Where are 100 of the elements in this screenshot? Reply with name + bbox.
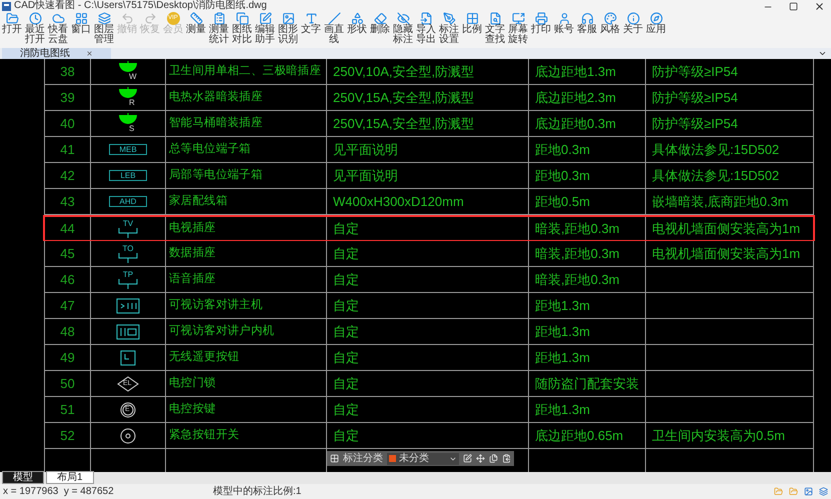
symbol-box: AHD bbox=[109, 196, 147, 207]
table-cell-text: 无线遥更按钮 bbox=[169, 350, 240, 365]
toolbar-button[interactable]: 风格 bbox=[600, 12, 620, 35]
toolbar-button[interactable]: 画直线 bbox=[324, 12, 344, 45]
layers-icon bbox=[98, 12, 110, 25]
toolbar-button[interactable]: 关于 bbox=[623, 12, 643, 35]
table-cell-text: 可视访客对讲主机 bbox=[169, 297, 263, 313]
toolbar-button[interactable]: 标注设置 bbox=[439, 12, 459, 45]
toolbar-button[interactable]: 删除 bbox=[370, 12, 390, 35]
table-cell-text: 自定 bbox=[333, 400, 359, 419]
table-cell-text: 自定 bbox=[333, 244, 359, 263]
edit-icon[interactable] bbox=[463, 454, 472, 463]
close-icon[interactable] bbox=[86, 50, 93, 57]
toolbar-button[interactable]: 编辑助手 bbox=[255, 12, 275, 45]
table-cell-text: 距地0.3m bbox=[535, 166, 590, 185]
document-tab[interactable]: 消防电图纸 bbox=[2, 48, 111, 59]
table-cell-text: 电视机墙面侧安装高为1m bbox=[652, 244, 800, 263]
headphones-icon bbox=[580, 12, 594, 25]
toolbar-button[interactable]: 文字 bbox=[301, 12, 321, 35]
symbol-box: LEB bbox=[109, 170, 147, 181]
edit-icon bbox=[258, 12, 272, 25]
toolbar-button[interactable]: 屏幕旋转 bbox=[508, 12, 528, 45]
toolbar-button[interactable]: 隐藏标注 bbox=[393, 12, 413, 45]
table-cell-text: 40 bbox=[60, 114, 75, 133]
toolbar-button[interactable]: 测量 bbox=[186, 12, 206, 35]
table-cell-text: 电控门锁 bbox=[169, 375, 216, 391]
toolbar-button[interactable]: 图层管理 bbox=[94, 12, 114, 45]
toolbar-button[interactable]: 快看云盘 bbox=[48, 12, 68, 45]
table-cell-text: 总等电位端子箱 bbox=[169, 142, 251, 157]
grid-icon bbox=[74, 12, 88, 25]
category-dropdown[interactable]: 未分类 bbox=[387, 452, 459, 464]
window-title: CAD快速看图 - C:\Users\75175\Desktop\消防电图纸.dwg bbox=[14, 0, 267, 12]
table-cell-text: 49 bbox=[60, 348, 75, 367]
move-icon[interactable] bbox=[476, 454, 485, 463]
table-cell-text: 嵌墙暗装,底商距地0.3m bbox=[652, 192, 789, 211]
table-cell-text: 电热水器暗装插座 bbox=[169, 89, 263, 105]
toolbar-button[interactable]: 应用 bbox=[646, 12, 666, 35]
layout-tab[interactable]: 布局1 bbox=[46, 471, 94, 484]
paste-icon[interactable] bbox=[502, 454, 511, 463]
intercom-symbol bbox=[116, 298, 140, 314]
toolbar-button[interactable]: 形状 bbox=[347, 12, 367, 35]
table-cell-text: 48 bbox=[60, 322, 75, 341]
image-icon[interactable] bbox=[804, 487, 813, 496]
table-cell-text: 距地0.5m bbox=[535, 192, 590, 211]
line-icon bbox=[328, 12, 340, 25]
table-cell-text: 底边距地2.3m bbox=[535, 88, 616, 107]
toolbar-button[interactable]: 账号 bbox=[554, 12, 574, 35]
table-cell-text: 42 bbox=[60, 166, 75, 185]
table-cell-text: 250V,15A,安全型,防溅型 bbox=[333, 88, 474, 107]
toolbar-button[interactable]: 打印 bbox=[531, 12, 551, 35]
table-cell-text: 自定 bbox=[333, 426, 359, 445]
table-cell-text: 45 bbox=[60, 244, 75, 263]
eraser-icon bbox=[374, 12, 386, 25]
table-cell-text: 具体做法参见:15D502 bbox=[652, 166, 780, 185]
toolbar-button[interactable]: 客服 bbox=[577, 12, 597, 35]
toolbar-button[interactable]: 最近打开 bbox=[25, 12, 45, 45]
shapes-icon bbox=[350, 12, 364, 25]
table-cell-text: 自定 bbox=[333, 322, 359, 341]
toolbar-button[interactable]: 图纸对比 bbox=[232, 12, 252, 45]
table-cell-text: W400xH300xD120mm bbox=[333, 192, 464, 211]
toolbar-button[interactable]: 测量统计 bbox=[209, 12, 229, 45]
table-cell-text: 46 bbox=[60, 270, 75, 289]
clipboard-icon bbox=[212, 12, 226, 25]
table-cell-text: 距地1.3m bbox=[535, 296, 590, 315]
table-cell-text: 250V,15A,安全型,防溅型 bbox=[333, 114, 474, 133]
table-cell-text: 底边距地0.65m bbox=[535, 426, 624, 445]
toolbar-button[interactable]: 图形识别 bbox=[278, 12, 298, 45]
table-cell-text: 自定 bbox=[333, 296, 359, 315]
printer-icon bbox=[534, 12, 548, 25]
copy-icon[interactable] bbox=[489, 454, 498, 463]
layout-tab[interactable]: 模型 bbox=[2, 471, 44, 484]
table-cell-text: 卫生间内安装高为0.5m bbox=[652, 426, 785, 445]
table-cell-text: 51 bbox=[60, 400, 75, 419]
table-cell-text: 50 bbox=[60, 374, 75, 393]
redo-icon bbox=[144, 12, 156, 25]
pen-icon bbox=[442, 12, 456, 25]
close-icon[interactable] bbox=[814, 1, 825, 12]
table-cell-text: 自定 bbox=[333, 374, 359, 393]
scale-text: 模型中的标注比例:1 bbox=[213, 484, 302, 499]
table-cell-text: 距地1.3m bbox=[535, 348, 590, 367]
grid-icon[interactable] bbox=[330, 454, 339, 463]
toolbar-button[interactable]: 比例 bbox=[462, 12, 482, 35]
toolbar-button[interactable]: 导入导出 bbox=[416, 12, 436, 45]
toolbar-button[interactable]: 打开 bbox=[2, 12, 22, 35]
intercom-symbol bbox=[116, 324, 140, 340]
table-cell-text: 语音插座 bbox=[169, 271, 216, 287]
info-icon bbox=[626, 12, 640, 25]
dropdown-icon[interactable] bbox=[818, 49, 827, 58]
eye-off-icon bbox=[396, 12, 410, 25]
toolbar-button[interactable]: 文字查找 bbox=[485, 12, 505, 45]
symbol-box: MEB bbox=[109, 144, 147, 155]
layers-icon[interactable] bbox=[819, 487, 828, 496]
toolbar-button[interactable]: 窗口 bbox=[71, 12, 91, 35]
table-cell-text: 底边距地0.3m bbox=[535, 114, 616, 133]
table-cell-text: 距地1.3m bbox=[535, 322, 590, 341]
screen-icon bbox=[512, 12, 524, 25]
table-cell-text: 电控按键 bbox=[169, 402, 216, 417]
restore-icon[interactable] bbox=[789, 2, 798, 11]
folder-icon bbox=[6, 12, 18, 25]
cloud-icon bbox=[52, 12, 64, 25]
